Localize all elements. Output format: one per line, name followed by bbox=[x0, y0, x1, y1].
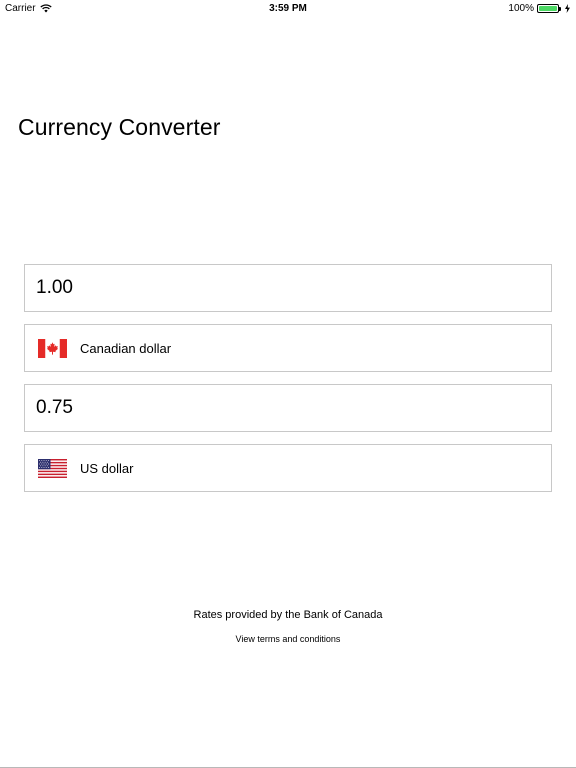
to-currency-label: US dollar bbox=[80, 460, 134, 476]
status-right: 100% bbox=[508, 3, 570, 14]
rates-credit: Rates provided by the Bank of Canada bbox=[193, 609, 383, 621]
from-currency-row[interactable]: Canadian dollar bbox=[25, 325, 551, 371]
status-bar: Carrier 3:59 PM 100% bbox=[0, 0, 576, 18]
status-time: 3:59 PM bbox=[269, 3, 307, 14]
from-currency-label: Canadian dollar bbox=[80, 340, 172, 356]
terms-link[interactable]: View terms and conditions bbox=[0, 634, 576, 644]
usa-flag-icon bbox=[38, 458, 67, 478]
battery-fill bbox=[539, 6, 557, 11]
from-amount-input[interactable] bbox=[25, 265, 551, 311]
canada-flag-icon bbox=[38, 338, 67, 358]
from-currency-selector[interactable]: Canadian dollar bbox=[24, 324, 552, 372]
charging-icon bbox=[565, 4, 570, 13]
to-amount-input[interactable] bbox=[25, 385, 551, 431]
to-currency-selector[interactable]: US dollar bbox=[24, 444, 552, 492]
to-currency-row[interactable]: US dollar bbox=[25, 445, 551, 491]
battery-icon bbox=[537, 4, 561, 13]
battery-percent: 100% bbox=[508, 3, 534, 14]
page-title: Currency Converter bbox=[18, 114, 221, 140]
to-amount-field bbox=[24, 384, 552, 432]
from-amount-field bbox=[24, 264, 552, 312]
